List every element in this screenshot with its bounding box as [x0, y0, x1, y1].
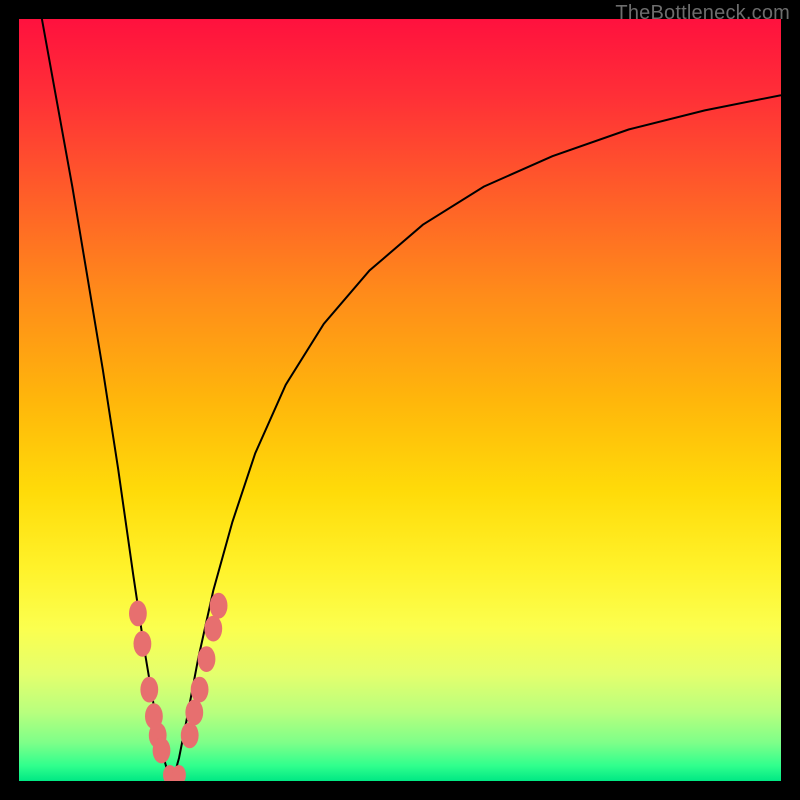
data-beads-group — [129, 593, 228, 781]
data-bead — [140, 677, 158, 703]
data-bead — [185, 700, 203, 726]
data-bead — [181, 722, 199, 748]
data-bead — [198, 646, 216, 672]
curve-overlay-svg — [19, 19, 781, 781]
data-bead — [153, 738, 171, 764]
chart-frame: TheBottleneck.com — [0, 0, 800, 800]
data-bead — [129, 601, 147, 627]
data-bead — [191, 677, 209, 703]
right-bottleneck-curve — [174, 95, 781, 777]
watermark-text: TheBottleneck.com — [615, 2, 790, 25]
left-bottleneck-curve — [42, 19, 169, 777]
data-bead — [210, 593, 228, 619]
data-bead — [134, 631, 152, 657]
plot-area — [19, 19, 781, 781]
data-bead — [204, 616, 222, 642]
